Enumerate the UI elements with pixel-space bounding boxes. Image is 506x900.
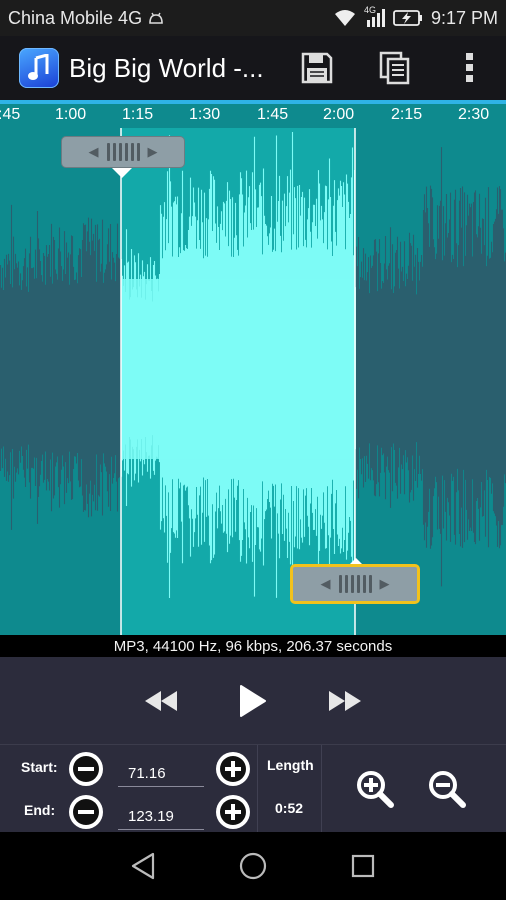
play-button[interactable] — [227, 675, 279, 727]
minus-icon — [73, 756, 99, 782]
copy-icon — [379, 51, 410, 85]
grip-icon — [106, 143, 140, 161]
wifi-icon — [334, 10, 355, 26]
length-label: Length — [267, 757, 314, 773]
timeline-label: 1:15 — [122, 106, 154, 123]
timeline-label: 1:30 — [189, 106, 221, 123]
back-icon — [131, 852, 155, 880]
zoom-in-button[interactable] — [351, 765, 399, 813]
plus-icon — [220, 756, 246, 782]
divider — [321, 745, 322, 833]
navigation-bar — [0, 832, 506, 900]
left-arrow-icon: ◀ — [320, 576, 331, 591]
selection-editor: Start: End: 71.16 123.19 Length 0:52 — [0, 744, 506, 833]
grip-icon — [338, 575, 372, 593]
waveform-view[interactable]: :45 1:00 1:15 1:30 1:45 2:00 2:15 2:30 ◀ ▶ ◀ ▶ — [0, 104, 506, 635]
carrier: China Mobile 4G — [8, 8, 164, 29]
end-marker-handle[interactable]: ◀ ▶ — [290, 564, 420, 604]
start-decrease-button[interactable] — [69, 752, 103, 786]
status-bar: China Mobile 4G 4G 9:17 PM — [0, 0, 506, 36]
overflow-menu-icon — [466, 53, 473, 82]
timeline-label: 1:45 — [257, 106, 289, 123]
selection-core — [121, 279, 355, 459]
left-arrow-icon: ◀ — [88, 144, 99, 159]
start-marker-handle[interactable]: ◀ ▶ — [61, 136, 185, 168]
save-icon — [301, 52, 333, 84]
home-icon — [239, 852, 267, 880]
battery-charging-icon — [393, 10, 422, 26]
zoom-out-button[interactable] — [423, 765, 471, 813]
waveform-graph — [0, 104, 506, 635]
clock: 9:17 PM — [430, 7, 498, 28]
timeline-label: 2:00 — [323, 106, 355, 123]
end-time-field[interactable]: 123.19 — [118, 802, 204, 830]
timeline-label: 1:00 — [55, 106, 87, 123]
rewind-button[interactable] — [135, 675, 187, 727]
recents-button[interactable] — [339, 842, 387, 890]
start-marker-pointer — [112, 168, 132, 178]
home-button[interactable] — [229, 842, 277, 890]
network-type-label: 4G — [363, 5, 376, 15]
end-decrease-button[interactable] — [69, 795, 103, 829]
plus-icon — [220, 799, 246, 825]
carrier-text: China Mobile 4G — [8, 7, 143, 28]
action-bar: Big Big World -... — [0, 36, 506, 100]
transport-controls — [0, 657, 506, 744]
timeline-label: :45 — [0, 106, 21, 123]
start-time-field[interactable]: 71.16 — [118, 759, 204, 787]
right-arrow-icon: ▶ — [147, 144, 158, 159]
length-value: 0:52 — [275, 800, 304, 816]
rewind-icon — [145, 690, 177, 711]
start-label: Start: — [21, 759, 58, 775]
save-button[interactable] — [278, 36, 356, 100]
overflow-menu-button[interactable] — [434, 36, 506, 100]
end-increase-button[interactable] — [216, 795, 250, 829]
end-label: End: — [24, 802, 56, 818]
android-debug-icon — [149, 12, 163, 24]
song-title: Big Big World -... — [69, 52, 264, 83]
start-increase-button[interactable] — [216, 752, 250, 786]
file-info: MP3, 44100 Hz, 96 kbps, 206.37 seconds — [0, 635, 506, 657]
recents-icon — [351, 854, 375, 878]
timeline-ruler: :45 1:00 1:15 1:30 1:45 2:00 2:15 2:30 — [0, 104, 506, 128]
zoom-out-icon — [429, 771, 466, 808]
copy-button[interactable] — [356, 36, 434, 100]
cell-signal: 4G — [363, 5, 385, 28]
music-note-icon[interactable] — [19, 48, 59, 88]
timeline-label: 2:30 — [458, 106, 490, 123]
timeline-label: 2:15 — [391, 106, 423, 123]
fast-forward-icon — [329, 690, 361, 711]
play-icon — [240, 684, 266, 717]
back-button[interactable] — [119, 842, 167, 890]
zoom-in-icon — [357, 771, 394, 808]
minus-icon — [73, 799, 99, 825]
right-arrow-icon: ▶ — [379, 576, 390, 591]
fast-forward-button[interactable] — [319, 675, 371, 727]
divider — [257, 745, 258, 833]
